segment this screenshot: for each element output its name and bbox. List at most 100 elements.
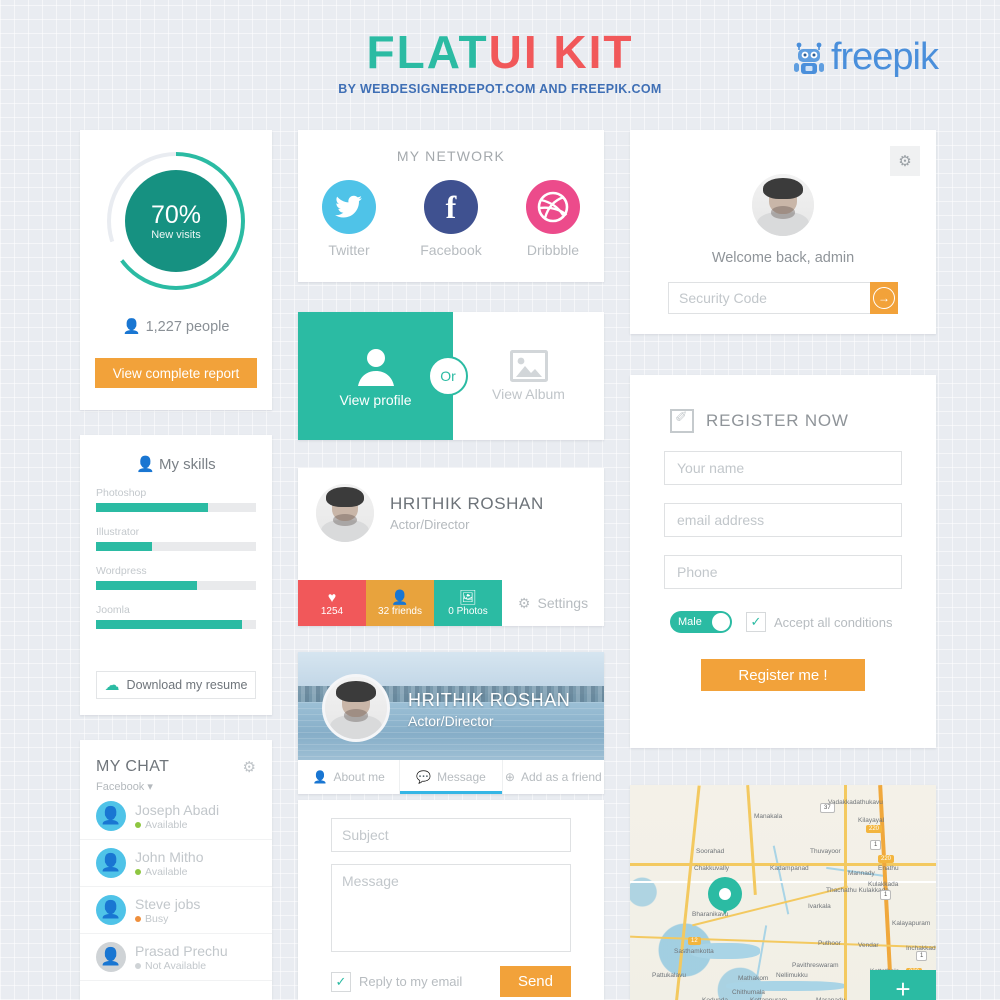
map-place-label: Kulakkada (868, 881, 899, 888)
gender-toggle[interactable]: Male (670, 611, 732, 633)
map-place-label: Soorahad (696, 848, 725, 855)
facebook-icon: f (424, 180, 478, 234)
skill-label: Wordpress (96, 565, 147, 577)
edit-icon (670, 408, 694, 433)
view-complete-report-button[interactable]: View complete report (95, 358, 257, 388)
contact-name: Joseph Abadi (135, 801, 220, 818)
user-photo (752, 174, 814, 236)
skill-fill (96, 620, 242, 629)
reply-checkbox-row[interactable]: ✓ Reply to my email (331, 971, 463, 992)
flat-ui-kit-page: FLATUI KIT BY WEBDESIGNERDEPOT.COM AND F… (0, 0, 1000, 1000)
map-card[interactable]: Manakala Vadakkadathukavu Kilayayal Sooraha… (630, 785, 936, 1000)
contact-status: Available (145, 865, 188, 878)
photos-tile[interactable]: 🖼 0 Photos (434, 580, 502, 626)
friends-icon: 👤 (391, 588, 409, 605)
avatar: 👤 (96, 942, 126, 972)
tab-about-me[interactable]: 👤 About me (298, 760, 401, 794)
gear-icon[interactable]: ⚙ (243, 758, 256, 776)
status-badge: Available (135, 819, 219, 831)
friends-tile[interactable]: 👤 32 friends (366, 580, 434, 626)
likes-tile[interactable]: ♥ 1254 (298, 580, 366, 626)
list-item[interactable]: 👤 Prasad Prechu Not Available (80, 934, 272, 981)
map-place-label: Mannady (848, 870, 875, 877)
photos-icon: 🖼 (459, 588, 477, 605)
list-item[interactable]: 👤 Steve jobs Busy (80, 887, 272, 934)
heart-icon: ♥ (327, 588, 337, 605)
map-place-label: Ivarkala (808, 903, 831, 910)
message-form-card: ✓ Reply to my email Send (298, 800, 604, 1000)
chat-title: MY CHAT (96, 758, 170, 775)
network-items: Twitter f Facebook Dribbble (298, 180, 604, 258)
map-place-label: Enathu (878, 865, 899, 872)
map-route-shield: 220 (878, 855, 895, 863)
chat-source-dropdown[interactable]: Facebook ▾ (80, 776, 272, 793)
view-profile-label: View profile (339, 392, 412, 408)
profile-stats-card: HRITHIK ROSHAN Actor/Director ♥ 1254 👤 3… (298, 468, 604, 626)
tab-message[interactable]: 💬 Message (400, 760, 503, 794)
user-icon: 👤 (122, 319, 141, 335)
chat-bubble-icon: 💬 (416, 770, 432, 784)
reply-checkbox[interactable]: ✓ (331, 971, 351, 992)
login-submit-button[interactable]: → (870, 282, 898, 314)
skill-label: Photoshop (96, 487, 147, 499)
map-place-label: Nellimukku (776, 972, 808, 979)
email-field[interactable] (664, 503, 902, 537)
map-place-label: Vadakkadathukavu (828, 799, 883, 806)
accept-checkbox[interactable]: ✓ (746, 612, 766, 632)
register-title: REGISTER NOW (706, 411, 849, 430)
chat-source-label: Facebook (96, 781, 145, 793)
cover-identity: HRITHIK ROSHAN Actor/Director (408, 690, 570, 729)
chevron-down-icon: ▾ (147, 781, 153, 793)
avatar (752, 174, 814, 236)
send-button[interactable]: Send (499, 966, 571, 997)
map-place-label: Pattukalavu (652, 972, 686, 979)
message-textarea[interactable] (331, 864, 571, 952)
freepik-robot-icon (793, 42, 824, 74)
chat-card: MY CHAT ⚙ Facebook ▾ 👤 Joseph Abadi Avai… (80, 740, 272, 1000)
map-add-button[interactable]: + (870, 970, 936, 1000)
network-label: Facebook (420, 242, 482, 258)
download-resume-button[interactable]: ☁ Download my resume (96, 671, 256, 699)
settings-button[interactable]: ⚙ Settings (502, 580, 604, 626)
visits-people-count: 👤 1,227 people (80, 318, 272, 335)
plus-circle-icon: ⊕ (504, 770, 515, 784)
phone-field[interactable] (664, 555, 902, 589)
view-album-button[interactable]: View Album (453, 312, 604, 440)
user-icon (357, 349, 394, 386)
network-label: Dribbble (526, 242, 580, 258)
network-item-dribbble[interactable]: Dribbble (507, 180, 599, 258)
network-item-facebook[interactable]: f Facebook (405, 180, 497, 258)
skills-title-label: My skills (159, 456, 216, 473)
contact-status: Available (145, 818, 188, 831)
register-submit-button[interactable]: Register me ! (701, 659, 865, 691)
image-icon (509, 350, 548, 382)
network-item-twitter[interactable]: Twitter (303, 180, 395, 258)
name-field[interactable] (664, 451, 902, 485)
dribbble-icon (526, 180, 580, 234)
network-card: MY NETWORK Twitter f Facebook Dribbble (298, 130, 604, 282)
map-place-label: Mathakom (738, 975, 769, 982)
list-item[interactable]: 👤 John Mitho Available (80, 840, 272, 887)
subject-input[interactable] (331, 818, 571, 852)
cover-profile-card: HRITHIK ROSHAN Actor/Director 👤 About me… (298, 652, 604, 794)
freepik-logo[interactable]: freepik (791, 36, 939, 79)
donut-center: 70% New visits (125, 170, 227, 272)
logo-word-ui: UI (488, 26, 539, 78)
tab-add-as-a-friend[interactable]: ⊕ Add as a friend (503, 760, 604, 794)
skill-label: Joomla (96, 604, 130, 616)
map-route-shield: 1 (880, 890, 892, 900)
security-code-input[interactable] (668, 282, 870, 314)
gear-icon: ⚙ (517, 594, 531, 611)
donut-percent-label: New visits (151, 228, 201, 241)
list-item[interactable]: 👤 Joseph Abadi Available (80, 793, 272, 840)
user-photo (316, 484, 374, 542)
gear-icon[interactable]: ⚙ (890, 146, 920, 176)
photos-value: 0 Photos (448, 605, 488, 617)
accept-conditions-row[interactable]: ✓ Accept all conditions (746, 612, 893, 632)
reply-label: Reply to my email (359, 974, 463, 989)
login-card: ⚙ Welcome back, admin → (630, 130, 936, 334)
map-route-shield: 1 (916, 951, 928, 961)
status-badge: Busy (135, 913, 200, 925)
map-place-label: Sasthamkotta (674, 948, 714, 955)
donut-percent: 70% (150, 200, 202, 229)
